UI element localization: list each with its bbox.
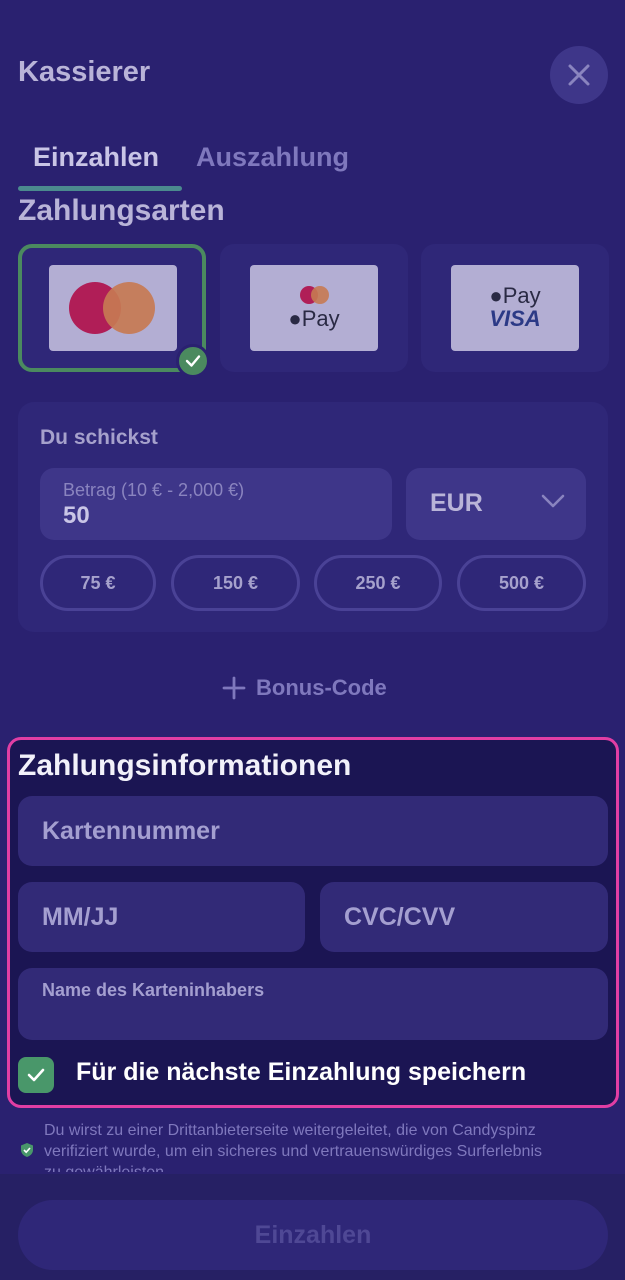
cardholder-name-label: Name des Karteninhabers	[42, 980, 265, 1000]
payment-method-apple-pay-visa[interactable]: ●Pay VISA	[421, 244, 609, 372]
plus-icon	[222, 676, 246, 700]
amount-chip-250[interactable]: 250 €	[314, 555, 442, 611]
amount-label: Betrag (10 € - 2,000 €)	[63, 480, 245, 500]
bonus-code-button[interactable]: Bonus-Code	[222, 675, 387, 701]
cardholder-name-input[interactable]	[18, 968, 608, 1040]
mastercard-logo	[49, 265, 177, 351]
send-label: Du schickst	[40, 426, 158, 449]
close-icon	[568, 64, 590, 86]
payment-info-title: Zahlungsinformationen	[18, 749, 352, 782]
amount-chip-75[interactable]: 75 €	[40, 555, 156, 611]
amount-value[interactable]: 50	[63, 502, 90, 530]
shield-icon	[20, 1142, 34, 1163]
payment-methods-title: Zahlungsarten	[18, 194, 225, 227]
save-checkbox[interactable]	[18, 1057, 54, 1093]
tab-auszahlung[interactable]: Auszahlung	[196, 142, 349, 173]
close-button[interactable]	[550, 46, 608, 104]
deposit-submit-button[interactable]: Einzahlen	[18, 1200, 608, 1270]
check-icon	[27, 1068, 45, 1082]
payment-method-mastercard-apple-pay[interactable]: ●Pay	[220, 244, 408, 372]
cvc-input[interactable]	[320, 882, 608, 952]
page-title: Kassierer	[18, 56, 151, 88]
expiry-input[interactable]	[18, 882, 305, 952]
apple-icon: ●	[489, 283, 503, 308]
apple-icon: ●	[288, 306, 302, 331]
amount-input[interactable]	[40, 468, 392, 540]
card-number-input[interactable]	[18, 796, 608, 866]
mastercard-applepay-logo: ●Pay	[250, 265, 378, 351]
selected-check-icon	[176, 344, 210, 378]
amount-chip-500[interactable]: 500 €	[457, 555, 586, 611]
redirect-notice: Du wirst zu einer Drittanbieterseite wei…	[44, 1122, 542, 1172]
chevron-down-icon	[540, 492, 566, 515]
payment-method-mastercard[interactable]	[18, 244, 210, 378]
active-tab-indicator	[18, 186, 182, 191]
save-label[interactable]: Für die nächste Einzahlung speichern	[76, 1058, 526, 1087]
bonus-code-label: Bonus-Code	[256, 675, 387, 700]
applepay-visa-logo: ●Pay VISA	[451, 265, 579, 351]
tab-einzahlen[interactable]: Einzahlen	[33, 142, 159, 173]
currency-value: EUR	[430, 489, 483, 517]
amount-chip-150[interactable]: 150 €	[171, 555, 300, 611]
